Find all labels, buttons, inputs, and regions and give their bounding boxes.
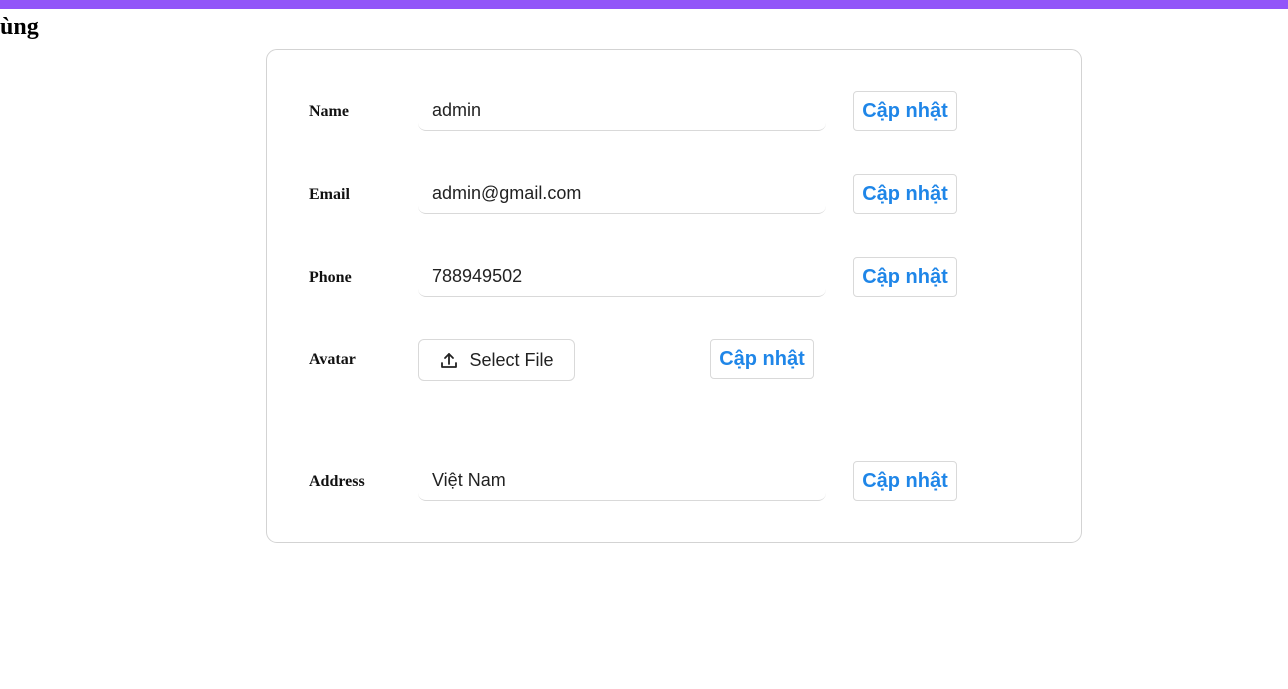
update-name-button[interactable]: Cập nhật bbox=[853, 91, 957, 131]
update-phone-button[interactable]: Cập nhật bbox=[853, 257, 957, 297]
phone-input[interactable] bbox=[418, 257, 826, 297]
avatar-label: Avatar bbox=[309, 351, 356, 368]
email-label: Email bbox=[309, 186, 350, 203]
address-label: Address bbox=[309, 473, 365, 490]
upload-icon bbox=[439, 350, 459, 370]
phone-row: Phone Cập nhật bbox=[267, 257, 1081, 299]
address-input[interactable] bbox=[418, 461, 826, 501]
page-title: ùng bbox=[0, 14, 39, 40]
name-label: Name bbox=[309, 103, 349, 120]
email-row: Email Cập nhật bbox=[267, 174, 1081, 216]
update-avatar-button[interactable]: Cập nhật bbox=[710, 339, 814, 379]
email-input[interactable] bbox=[418, 174, 826, 214]
name-input[interactable] bbox=[418, 91, 826, 131]
phone-label: Phone bbox=[309, 269, 352, 286]
update-address-button[interactable]: Cập nhật bbox=[853, 461, 957, 501]
avatar-row: Avatar Select File Cập nhật bbox=[267, 339, 1081, 381]
update-email-button[interactable]: Cập nhật bbox=[853, 174, 957, 214]
select-file-label: Select File bbox=[469, 349, 554, 370]
profile-form-card: Name Cập nhật Email Cập nhật Phone Cập n… bbox=[266, 49, 1082, 543]
name-row: Name Cập nhật bbox=[267, 91, 1081, 133]
select-file-button[interactable]: Select File bbox=[418, 339, 575, 381]
address-row: Address Cập nhật bbox=[267, 461, 1081, 503]
top-accent-bar bbox=[0, 0, 1288, 9]
